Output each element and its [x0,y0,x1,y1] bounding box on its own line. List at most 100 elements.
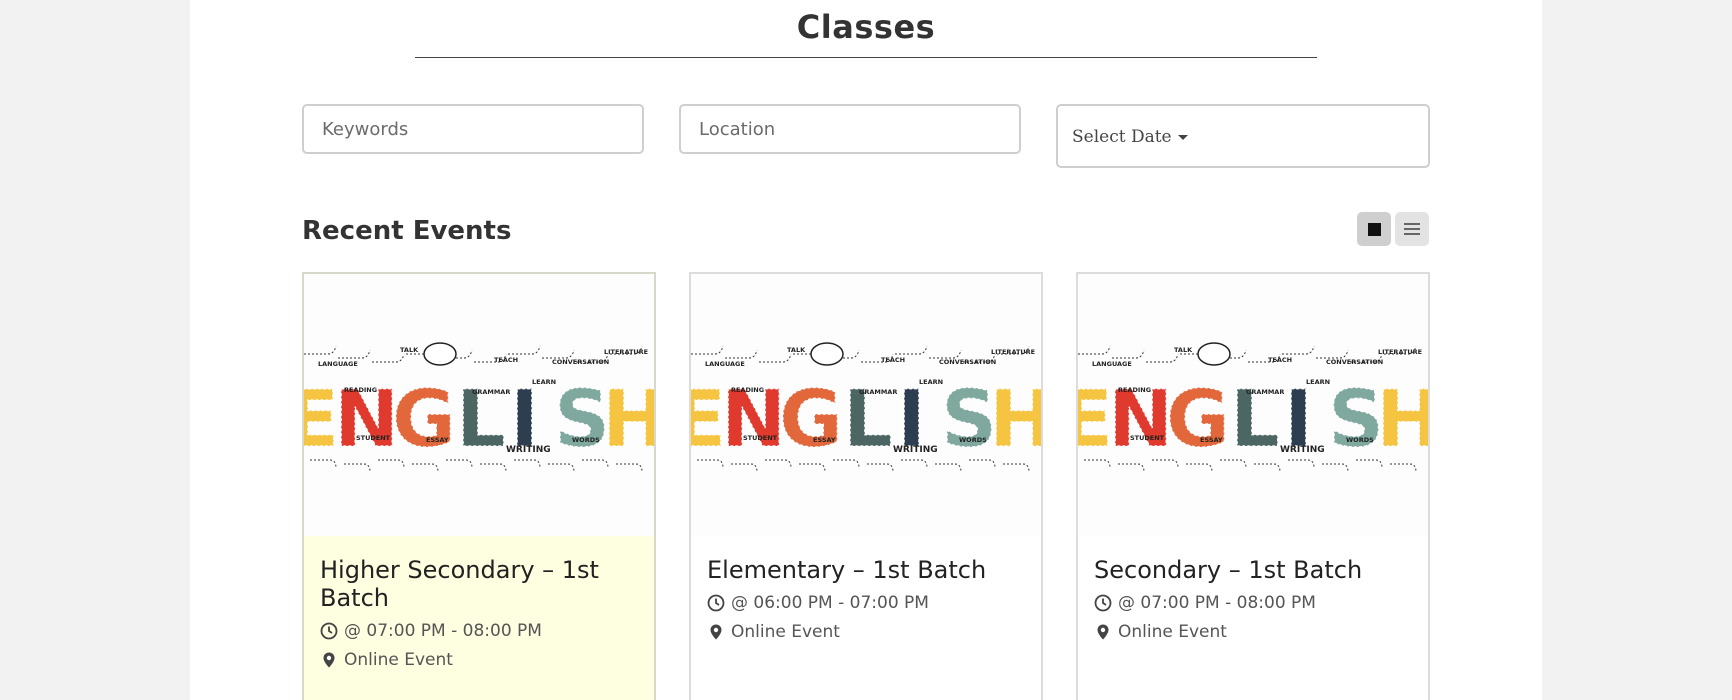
word-art-label: CONVERSATION [1326,358,1383,366]
word-art-label: TALK [1174,346,1193,354]
word-art-label: STUDENT [743,434,778,442]
event-card-body: Secondary – 1st Batch @ 07:00 PM - 08:00… [1078,536,1428,700]
word-art-letter: H [989,375,1041,465]
word-art-label: READING [731,386,764,394]
map-pin-icon [710,624,722,640]
word-art-label: LANGUAGE [1092,360,1132,368]
doodle-line [372,353,405,363]
event-card-body: Higher Secondary – 1st Batch @ 07:00 PM … [304,536,654,700]
event-image: E N G L I S H TALK TEACH LITERATURE LANGUAGE CONVER… [691,274,1041,536]
event-card[interactable]: E N G L I S H TALK TEACH LITERATURE LANGUAGE CONVER… [689,272,1043,700]
doodle-line [1186,463,1213,473]
word-art-label: LITERATURE [604,348,648,356]
event-title[interactable]: Higher Secondary – 1st Batch [320,556,638,612]
doodle-line [616,463,643,473]
event-time-text: @ 07:00 PM - 08:00 PM [1118,593,1316,613]
word-art-label: ESSAY [1200,436,1223,444]
word-art-label: ESSAY [426,436,449,444]
word-art-label: CONVERSATION [552,358,609,366]
doodle-line [1112,349,1145,359]
speech-bubble-icon [810,342,844,366]
word-art-label: LANGUAGE [705,360,745,368]
word-art-label: GRAMMAR [472,388,510,396]
word-art-label: WRITING [506,445,551,455]
event-title[interactable]: Secondary – 1st Batch [1094,556,1412,584]
event-card-body: Elementary – 1st Batch @ 06:00 PM - 07:0… [691,536,1041,700]
event-location: Online Event [320,650,638,670]
select-date-dropdown[interactable]: Select Date [1072,127,1188,147]
event-card[interactable]: E N G L I S H TALK TEACH LITERATURE LANGUAGE CONVER… [1076,272,1430,700]
clock-icon [320,622,338,640]
event-image: E N G L I S H TALK TEACH LITERATURE LANGUAGE CONVER… [304,274,654,536]
clock-icon [1094,594,1112,612]
doodle-line [1118,463,1145,473]
select-date-label: Select Date [1072,127,1172,147]
word-art-letter: H [1376,375,1428,465]
english-word-art: ENG L I SHTALKTEACHLITERATURELANGUAGE CONVER… [304,342,654,473]
doodle-line [929,349,962,359]
event-location: Online Event [707,622,1025,642]
word-art-label: WORDS [572,436,600,444]
doodle-line [1254,463,1281,473]
word-art-label: TEACH [1268,356,1292,364]
grid-view-icon [1367,222,1381,236]
event-location-text: Online Event [1118,622,1227,642]
doodle-line [1146,353,1179,363]
title-divider [415,57,1317,58]
date-filter: Select Date [1056,104,1430,168]
word-art-label: GRAMMAR [1246,388,1284,396]
word-art-letter: H [602,375,654,465]
event-location-text: Online Event [344,650,453,670]
word-art-letter: G [392,375,456,465]
word-art-label: CONVERSATION [939,358,996,366]
english-word-art: ENG L I SHTALKTEACHLITERATURELANGUAGE CONVER… [1078,342,1428,473]
word-art-label: LEARN [532,378,556,386]
doodle-line [759,353,792,363]
doodle-line [508,345,541,355]
event-title[interactable]: Elementary – 1st Batch [707,556,1025,584]
speech-bubble-icon [423,342,457,366]
location-field-wrapper [679,104,1021,154]
speech-bubble-icon [1197,342,1231,366]
doodle-line [1003,463,1030,473]
main-content: Classes Select Date Recent Events ENGLIS… [190,0,1542,700]
word-art-letter: G [779,375,843,465]
word-art-label: TALK [787,346,806,354]
event-time-text: @ 06:00 PM - 07:00 PM [731,593,929,613]
doodle-line [304,345,337,355]
word-art-label: STUDENT [356,434,391,442]
caret-down-icon [1177,134,1188,140]
doodle-line [1282,345,1315,355]
word-art-label: LITERATURE [1378,348,1422,356]
word-art-label: WRITING [1280,445,1325,455]
doodle-line [542,349,575,359]
doodle-line [1322,463,1349,473]
doodle-line [1390,463,1417,473]
location-input[interactable] [681,106,1019,152]
word-art-label: LEARN [919,378,943,386]
doodle-line [725,349,758,359]
doodle-line [1316,349,1349,359]
doodle-line [548,463,575,473]
word-art-label: LITERATURE [991,348,1035,356]
map-pin-icon [323,652,335,668]
word-art-label: WORDS [1346,436,1374,444]
word-art-label: WRITING [893,445,938,455]
list-view-icon [1404,223,1420,235]
event-card[interactable]: E N G L I S H TALK TEACH LITERATURE LANGUAGE CONVER… [302,272,656,700]
keywords-field-wrapper [302,104,644,154]
list-view-button[interactable] [1395,212,1429,246]
doodle-line [412,463,439,473]
word-art-letter: G [1166,375,1230,465]
keywords-input[interactable] [304,106,642,152]
event-location: Online Event [1094,622,1412,642]
event-image: E N G L I S H TALK TEACH LITERATURE LANGUAGE CONVER… [1078,274,1428,536]
event-location-text: Online Event [731,622,840,642]
word-art-label: READING [1118,386,1151,394]
word-art-label: WORDS [959,436,987,444]
doodle-line [1078,345,1111,355]
grid-view-button[interactable] [1357,212,1391,246]
page-title: Classes [796,8,936,46]
doodle-line [344,463,371,473]
event-time: @ 06:00 PM - 07:00 PM [707,593,1025,613]
